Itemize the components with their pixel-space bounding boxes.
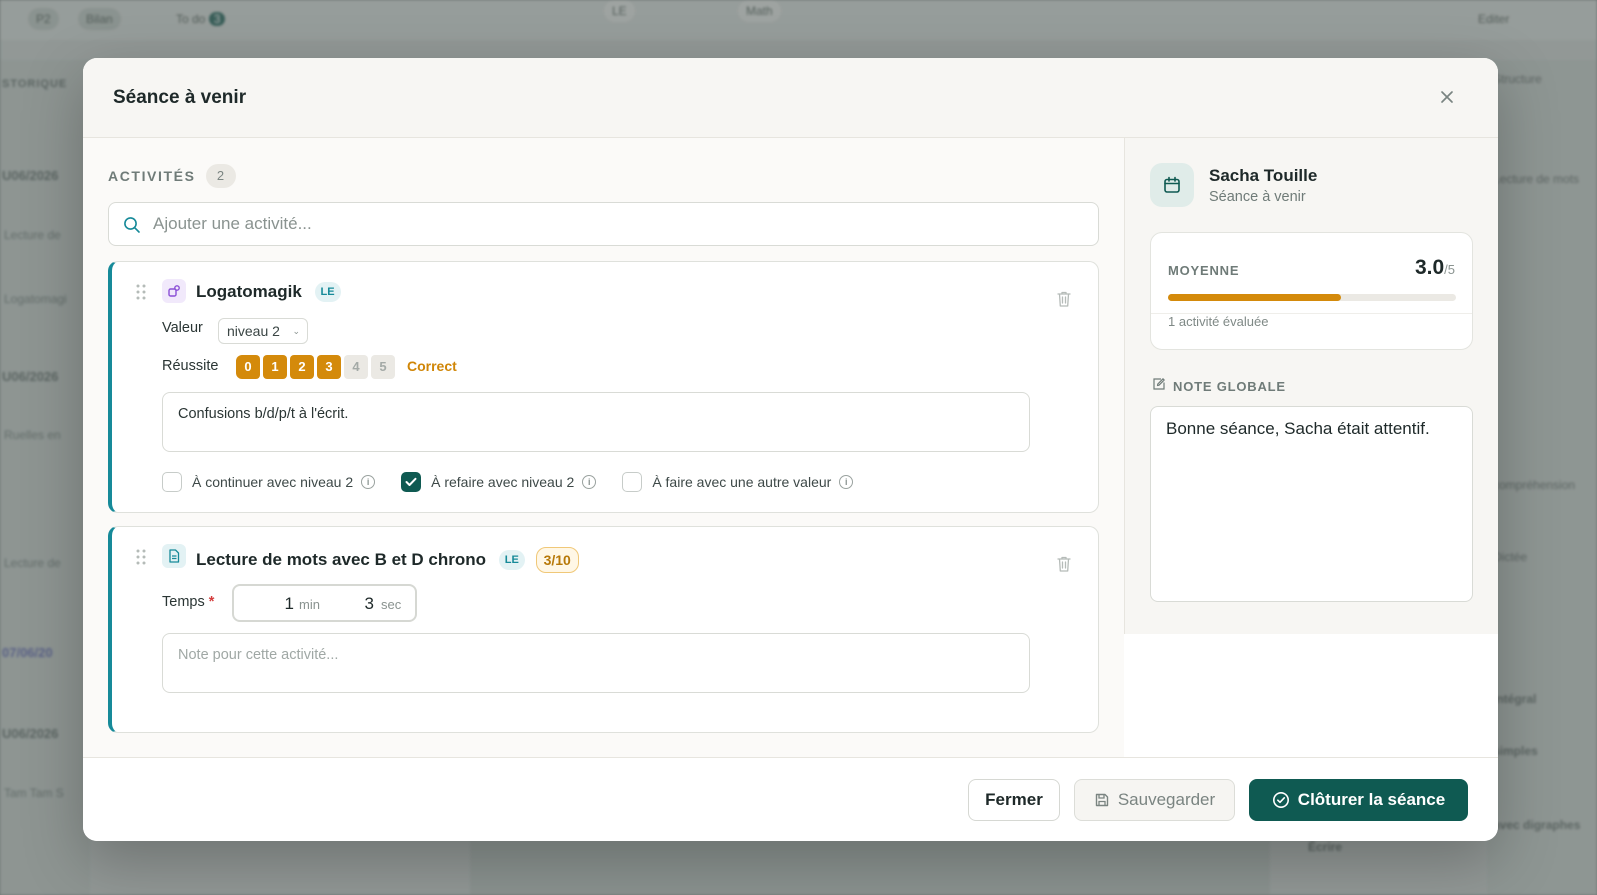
drag-handle-icon[interactable] <box>136 549 146 565</box>
seconds-input[interactable]: 3 <box>344 594 374 614</box>
other-value-option-label: À faire avec une autre valeur <box>652 474 832 490</box>
success-scale: 012345 <box>236 355 395 379</box>
success-scale-text: Correct <box>407 358 457 374</box>
activity-title: Lecture de mots avec B et D chrono LE 3/… <box>196 547 579 573</box>
redo-option-label: À refaire avec niveau 2 <box>431 474 575 490</box>
success-label: Réussite <box>162 358 219 374</box>
redo-checkbox[interactable] <box>401 472 422 492</box>
info-icon[interactable]: i <box>582 475 597 489</box>
activity-title: Logatomagik LE <box>196 282 341 302</box>
evaluated-count: 1 activité évaluée <box>1168 314 1269 329</box>
activity-tag: LE <box>314 282 341 302</box>
activity-search <box>108 202 1099 246</box>
check-circle-icon <box>1272 792 1289 808</box>
summary-pane: Sacha Touille Séance à venir MOYENNE 3.0… <box>1124 138 1498 634</box>
redo-option[interactable]: À refaire avec niveau 2 i <box>401 472 597 492</box>
activity-card-lecture-chrono: Lecture de mots avec B et D chrono LE 3/… <box>108 526 1099 733</box>
time-label: Temps * <box>162 594 214 610</box>
activities-pane: ACTIVITÉS 2 Logatomagik LE Vale <box>83 138 1124 758</box>
document-icon <box>162 544 186 568</box>
other-value-option[interactable]: À faire avec une autre valeur i <box>622 472 854 492</box>
average-value: 3.0/5 <box>1415 256 1455 280</box>
calendar-icon <box>1150 163 1194 207</box>
activities-header: ACTIVITÉS 2 <box>108 164 236 188</box>
chevron-down-icon: ⌄ <box>292 326 300 336</box>
score-option-3[interactable]: 3 <box>317 355 341 379</box>
activity-tag: LE <box>498 550 525 570</box>
trash-icon[interactable] <box>1056 290 1072 313</box>
average-denominator: /5 <box>1444 262 1455 277</box>
save-button[interactable]: Sauvegarder <box>1074 779 1235 821</box>
value-label: Valeur <box>162 320 203 336</box>
activities-label: ACTIVITÉS <box>108 168 196 184</box>
student-name: Sacha Touille <box>1209 166 1318 185</box>
score-option-0[interactable]: 0 <box>236 355 260 379</box>
modal-header: Séance à venir <box>83 58 1498 138</box>
drag-handle-icon[interactable] <box>136 284 146 300</box>
average-number: 3.0 <box>1414 256 1445 279</box>
close-session-label: Clôturer la séance <box>1297 790 1446 809</box>
activities-count-badge: 2 <box>205 164 236 188</box>
average-progress-fill <box>1168 294 1341 301</box>
modal-footer: Fermer Sauvegarder Clôturer la séance <box>83 757 1498 841</box>
followup-options: À continuer avec niveau 2 i À refaire av… <box>162 472 879 492</box>
score-option-1[interactable]: 1 <box>263 355 287 379</box>
average-progress-track <box>1168 294 1456 301</box>
activity-title-text: Logatomagik <box>196 282 302 301</box>
minutes-input[interactable]: 1 <box>264 594 294 614</box>
info-icon[interactable]: i <box>839 475 854 489</box>
average-label: MOYENNE <box>1168 263 1240 278</box>
score-option-2[interactable]: 2 <box>290 355 314 379</box>
save-button-label: Sauvegarder <box>1117 790 1216 809</box>
continue-option[interactable]: À continuer avec niveau 2 i <box>162 472 376 492</box>
close-session-button[interactable]: Clôturer la séance <box>1249 779 1468 821</box>
time-label-text: Temps <box>162 594 205 610</box>
activity-title-text: Lecture de mots avec B et D chrono <box>196 550 487 569</box>
average-card: MOYENNE 3.0/5 1 activité évaluée <box>1150 232 1473 350</box>
value-select[interactable]: niveau 2 ⌄ <box>218 318 308 344</box>
activity-score-badge: 3/10 <box>535 547 579 573</box>
value-select-text: niveau 2 <box>227 323 280 339</box>
global-note-header: NOTE GLOBALE <box>1152 377 1286 396</box>
minutes-unit: min <box>299 597 320 612</box>
time-input[interactable]: 1 min 3 sec <box>232 584 417 622</box>
save-icon <box>1095 793 1109 807</box>
global-note-label: NOTE GLOBALE <box>1173 379 1286 394</box>
continue-checkbox[interactable] <box>162 472 182 492</box>
modal-title: Séance à venir <box>113 87 247 108</box>
global-note-input[interactable] <box>1150 406 1473 602</box>
info-icon[interactable]: i <box>361 475 376 489</box>
activity-search-input[interactable] <box>153 203 1083 245</box>
trash-icon[interactable] <box>1056 555 1072 578</box>
score-option-4[interactable]: 4 <box>344 355 368 379</box>
search-icon <box>123 216 141 239</box>
seconds-unit: sec <box>381 597 402 612</box>
continue-option-label: À continuer avec niveau 2 <box>192 474 354 490</box>
session-status: Séance à venir <box>1209 189 1306 205</box>
activity-note[interactable] <box>162 633 1030 693</box>
check-icon <box>405 477 417 486</box>
activity-card-logatomagik: Logatomagik LE Valeur niveau 2 ⌄ Réussit… <box>108 261 1099 513</box>
puzzle-icon <box>162 279 186 303</box>
close-icon[interactable] <box>1436 86 1458 108</box>
score-option-5[interactable]: 5 <box>371 355 395 379</box>
other-value-checkbox[interactable] <box>622 472 643 492</box>
session-modal: Séance à venir ACTIVITÉS 2 Logatomagik <box>83 58 1498 841</box>
activity-note[interactable] <box>162 392 1030 452</box>
edit-note-icon <box>1152 377 1166 396</box>
close-button[interactable]: Fermer <box>968 779 1060 821</box>
required-mark: * <box>208 594 215 610</box>
